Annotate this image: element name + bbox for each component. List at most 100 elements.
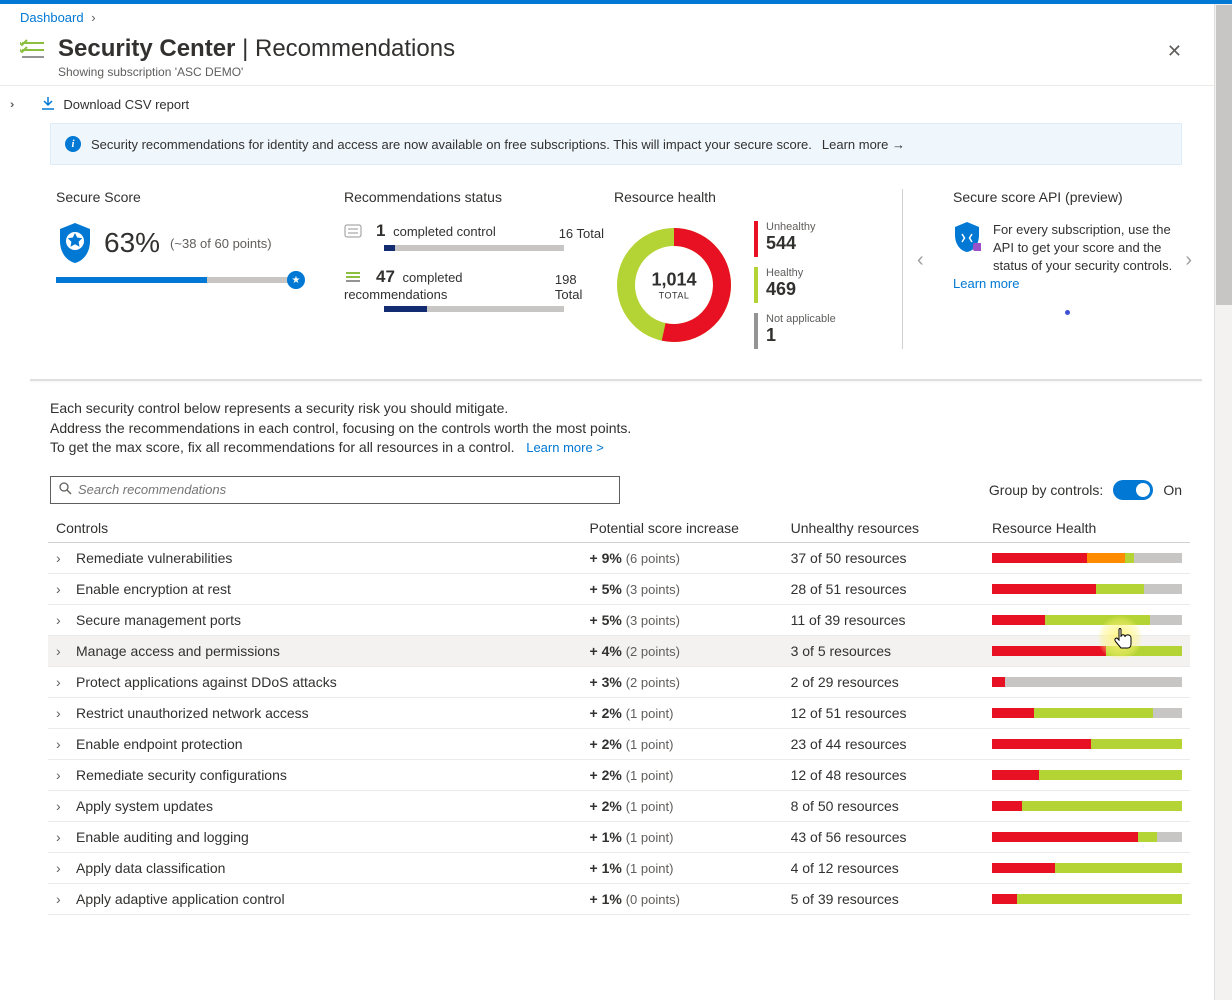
download-icon [41,96,55,113]
search-recommendations[interactable] [50,476,620,504]
table-row[interactable]: ›Remediate security configurations + 2% … [48,759,1190,790]
unhealthy-resources: 12 of 48 resources [783,759,984,790]
breadcrumb-dashboard[interactable]: Dashboard [20,10,84,25]
control-name: Protect applications against DDoS attack… [76,674,337,690]
close-button[interactable]: ✕ [1167,41,1182,62]
score-increase-pts: (1 point) [626,737,674,752]
resource-health-bar [992,739,1182,749]
vertical-scrollbar[interactable] [1214,4,1232,1000]
unhealthy-stat: Unhealthy544 [754,221,836,257]
control-name: Remediate security configurations [76,767,287,783]
api-learn-more-link[interactable]: Learn more [953,276,1019,291]
table-row[interactable]: ›Apply system updates + 2% (1 point) 8 o… [48,790,1190,821]
healthy-stat: Healthy469 [754,267,836,303]
intro-learn-more-link[interactable]: Learn more > [526,440,604,455]
control-name: Manage access and permissions [76,643,280,659]
table-row[interactable]: ›Manage access and permissions + 4% (2 p… [48,635,1190,666]
unhealthy-resources: 28 of 51 resources [783,573,984,604]
carousel-next-button[interactable]: › [1185,249,1192,272]
unhealthy-resources: 43 of 56 resources [783,821,984,852]
secure-score-percent: 63% [104,227,160,259]
resource-health-bar [992,615,1182,625]
chevron-right-icon: › [56,705,64,721]
banner-learn-more-link[interactable]: Learn more → [822,137,905,152]
banner-text: Security recommendations for identity an… [91,137,812,152]
chevron-right-icon: › [91,10,95,25]
search-icon [59,482,72,498]
unhealthy-resources: 5 of 39 resources [783,883,984,914]
chevron-right-icon: › [56,891,64,907]
control-name: Secure management ports [76,612,241,628]
shield-icon [56,221,94,265]
section-divider [30,379,1202,381]
unhealthy-resources: 12 of 51 resources [783,697,984,728]
resource-health-bar [992,708,1182,718]
group-by-toggle[interactable] [1113,480,1153,500]
na-stat: Not applicable1 [754,313,836,349]
api-shield-icon [953,221,981,256]
recommendations-table: Controls Potential score increase Unheal… [48,514,1190,915]
unhealthy-resources: 37 of 50 resources [783,542,984,573]
table-row[interactable]: ›Enable endpoint protection + 2% (1 poin… [48,728,1190,759]
score-increase-pct: + 9% [590,550,622,566]
group-by-state: On [1163,482,1182,498]
chevron-right-icon: › [56,674,64,690]
chevron-right-icon: › [56,829,64,845]
search-input[interactable] [78,482,611,497]
unhealthy-resources: 11 of 39 resources [783,604,984,635]
score-increase-pct: + 2% [590,798,622,814]
score-increase-pts: (1 point) [626,861,674,876]
col-controls[interactable]: Controls [48,514,582,543]
col-resource-health[interactable]: Resource Health [984,514,1190,543]
carousel-prev-button[interactable]: ‹ [917,249,924,272]
score-increase-pts: (1 point) [626,799,674,814]
table-row[interactable]: ›Apply adaptive application control + 1%… [48,883,1190,914]
col-unhealthy[interactable]: Unhealthy resources [783,514,984,543]
unhealthy-resources: 23 of 44 resources [783,728,984,759]
score-increase-pts: (2 points) [626,644,680,659]
score-increase-pct: + 2% [590,736,622,752]
control-name: Restrict unauthorized network access [76,705,309,721]
breadcrumb: Dashboard › [0,4,1232,31]
info-icon: i [65,136,81,152]
chevron-right-icon: › [56,550,64,566]
table-row[interactable]: › Restrict unauthorized network access + … [48,697,1190,728]
controls-total: 16 Total [559,226,604,241]
unhealthy-resources: 3 of 5 resources [783,635,984,666]
score-increase-pts: (1 point) [626,830,674,845]
control-name: Enable auditing and logging [76,829,249,845]
completed-recs-icon [344,270,364,287]
carousel-dots [953,303,1182,318]
table-row[interactable]: ›Apply data classification + 1% (1 point… [48,852,1190,883]
chevron-right-icon: › [56,860,64,876]
security-center-icon [20,39,46,64]
table-row[interactable]: › Protect applications against DDoS attac… [48,666,1190,697]
info-banner: i Security recommendations for identity … [50,123,1182,165]
resource-health-title: Resource health [614,189,892,205]
resource-health-bar [992,584,1182,594]
table-row[interactable]: ›Enable encryption at rest + 5% (3 point… [48,573,1190,604]
table-row[interactable]: ›Remediate vulnerabilities + 9% (6 point… [48,542,1190,573]
expand-icon[interactable]: ›› [10,99,11,111]
recs-progress-bar [384,306,564,312]
unhealthy-resources: 4 of 12 resources [783,852,984,883]
resource-health-bar [992,863,1182,873]
score-increase-pts: (0 points) [626,892,680,907]
secure-score-bar: ★ [56,277,296,283]
table-row[interactable]: ›Enable auditing and logging + 1% (1 poi… [48,821,1190,852]
secure-score-points: (~38 of 60 points) [170,236,272,251]
score-increase-pct: + 2% [590,767,622,783]
score-increase-pts: (3 points) [626,582,680,597]
page-subtitle: Showing subscription 'ASC DEMO' [58,65,455,79]
control-name: Apply data classification [76,860,225,876]
col-potential-score[interactable]: Potential score increase [582,514,783,543]
api-description: For every subscription, use the API to g… [993,221,1182,276]
table-row[interactable]: ›Secure management ports + 5% (3 points)… [48,604,1190,635]
score-increase-pct: + 3% [590,674,622,690]
resource-health-bar [992,646,1182,656]
score-increase-pct: + 2% [590,705,622,721]
score-increase-pct: + 5% [590,612,622,628]
score-increase-pct: + 1% [590,891,622,907]
download-csv-button[interactable]: Download CSV report [41,96,189,113]
control-name: Enable encryption at rest [76,581,231,597]
